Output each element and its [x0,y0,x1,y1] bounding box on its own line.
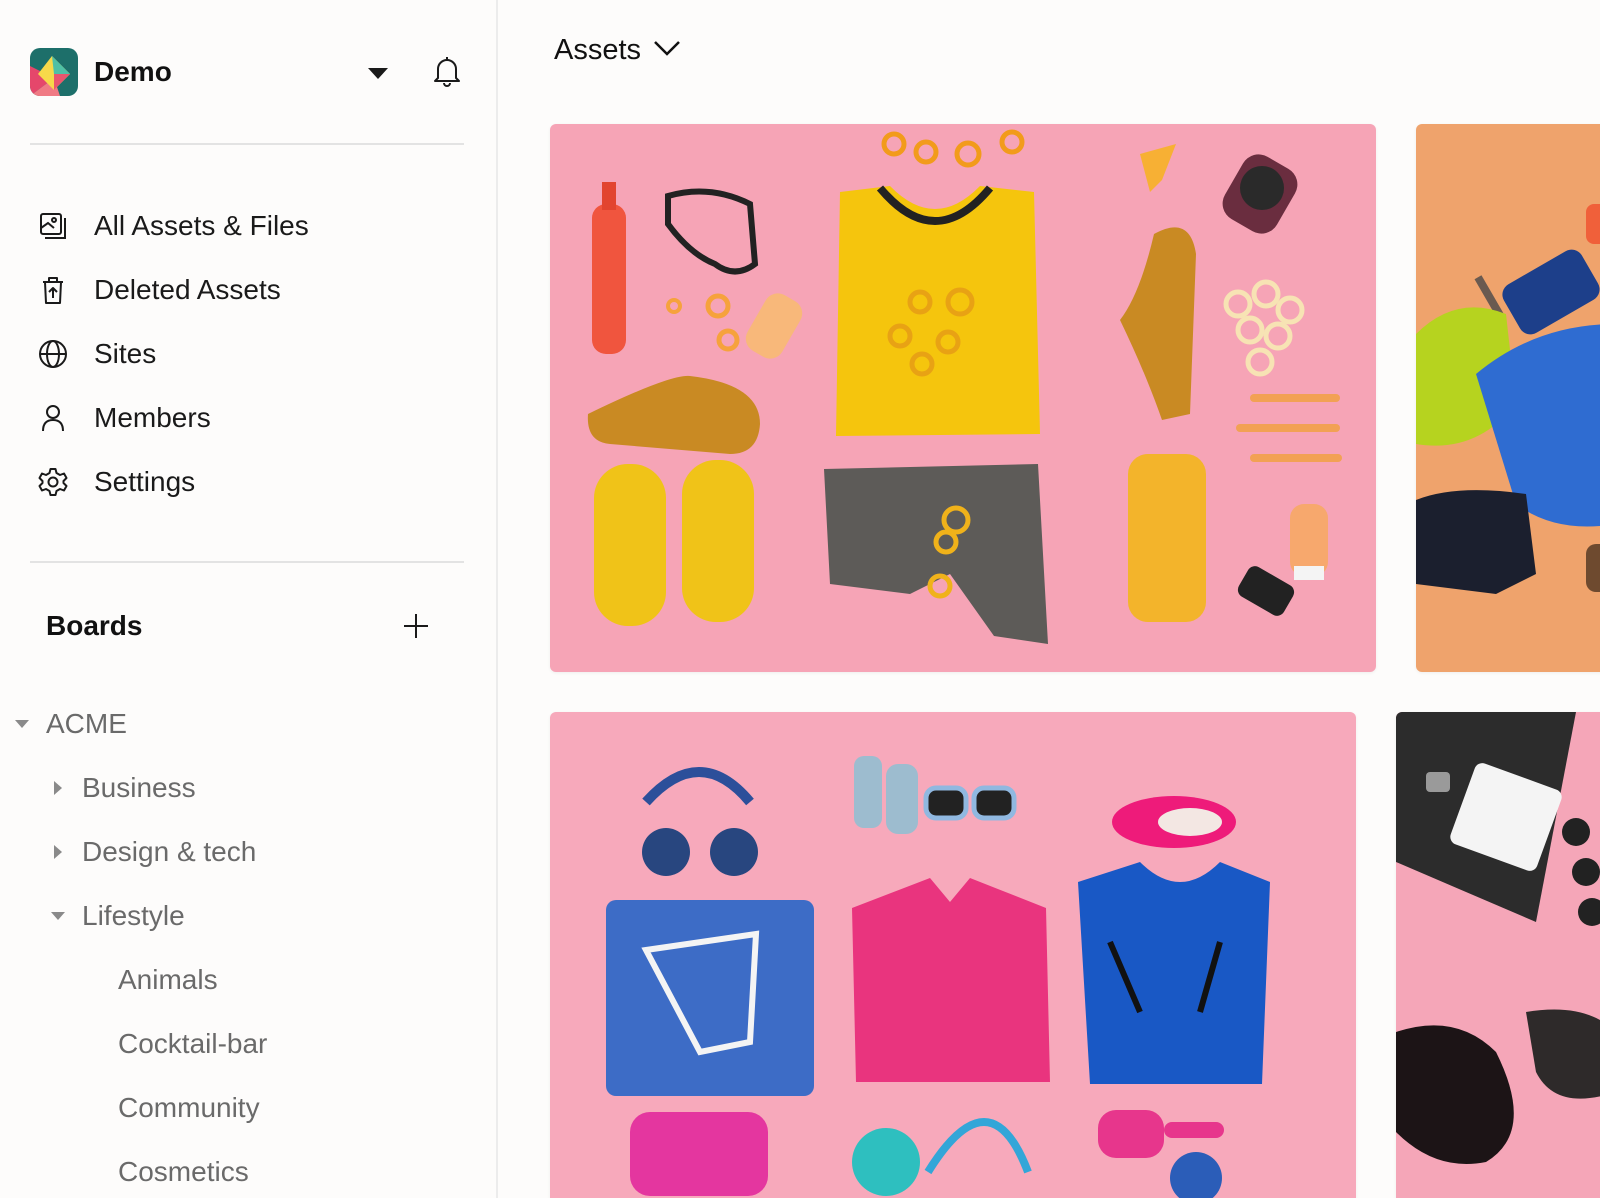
tree-item-label: Community [118,1092,260,1123]
assets-files-icon [30,202,78,250]
app-window: Demo All Assets & Files Deleted Assets S… [0,0,1600,1198]
asset-thumbnail [550,712,1356,1198]
asset-thumbnail [1396,712,1600,1198]
tree-item-label: Cosmetics [118,1156,249,1187]
asset-thumbnail [550,124,1376,672]
assets-dropdown[interactable]: Assets [554,34,681,67]
sidebar-item-label: Sites [94,338,157,369]
plus-icon[interactable] [398,608,434,644]
tree-item-label: Cocktail-bar [118,1028,268,1059]
workspace-logo[interactable] [30,48,78,96]
asset-tile[interactable] [550,124,1376,672]
sidebar-item-settings[interactable]: Settings [30,458,470,506]
asset-tile[interactable] [1416,124,1600,672]
sidebar-item-label: All Assets & Files [94,210,309,241]
boards-title: Boards [46,610,143,641]
tree-item-label: Design & tech [82,836,257,867]
caret-right-icon[interactable] [48,842,68,862]
caret-down-icon[interactable] [48,906,68,926]
board-tree-item-animals[interactable]: Animals [118,956,218,1004]
board-tree-item-design-tech[interactable]: Design & tech [48,828,256,876]
board-tree-item-business[interactable]: Business [48,764,196,812]
main-content: Assets [498,0,1600,1198]
sidebar-item-deleted-assets[interactable]: Deleted Assets [30,266,470,314]
board-tree-item-cocktail-bar[interactable]: Cocktail-bar [118,1020,267,1068]
board-tree-item-acme[interactable]: ACME [12,700,127,748]
trash-icon [30,266,78,314]
sidebar-divider [30,143,464,145]
page-title: Assets [554,34,642,66]
boards-header: Boards [46,604,446,652]
bell-icon[interactable] [430,54,464,88]
sidebar-divider [30,561,464,563]
board-tree-item-lifestyle[interactable]: Lifestyle [48,892,185,940]
tree-item-label: Lifestyle [82,900,185,931]
tree-item-label: ACME [46,708,127,739]
sidebar-item-sites[interactable]: Sites [30,330,470,378]
globe-icon [30,330,78,378]
tree-item-label: Business [82,772,196,803]
asset-thumbnail [1416,124,1600,672]
asset-tile[interactable] [550,712,1356,1198]
sidebar-item-label: Deleted Assets [94,274,281,305]
caret-down-icon[interactable] [364,64,392,84]
sidebar: Demo All Assets & Files Deleted Assets S… [0,0,498,1198]
board-tree-item-cosmetics[interactable]: Cosmetics [118,1148,249,1196]
workspace-name[interactable]: Demo [94,56,172,88]
user-icon [30,394,78,442]
board-tree-item-community[interactable]: Community [118,1084,260,1132]
caret-right-icon[interactable] [48,778,68,798]
sidebar-item-all-assets[interactable]: All Assets & Files [30,202,470,250]
sidebar-item-members[interactable]: Members [30,394,470,442]
sidebar-item-label: Settings [94,466,196,497]
chevron-down-icon[interactable] [653,39,681,62]
sidebar-item-label: Members [94,402,211,433]
gear-icon [30,458,78,506]
tree-item-label: Animals [118,964,218,995]
asset-tile[interactable] [1396,712,1600,1198]
workspace-switcher[interactable]: Demo [30,48,470,96]
caret-down-icon[interactable] [12,714,32,734]
